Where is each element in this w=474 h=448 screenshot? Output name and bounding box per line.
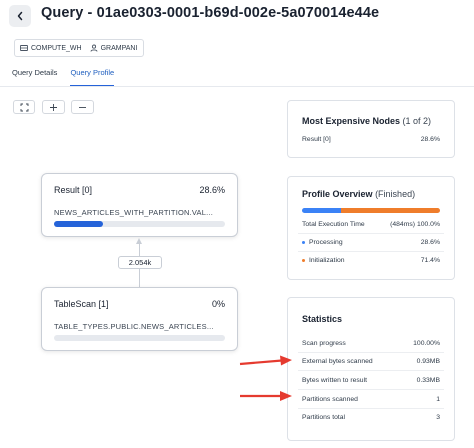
row-divider	[298, 352, 444, 353]
statistics-panel: Statistics Scan progress 100.00% External…	[287, 297, 455, 441]
row-divider	[298, 370, 444, 371]
stat-row: Scan progress 100.00%	[302, 340, 440, 347]
panel-title: Profile Overview (Finished)	[302, 189, 416, 199]
edge-line-top	[139, 243, 140, 256]
expensive-node-row[interactable]: Result [0] 28.6%	[302, 136, 440, 143]
row-divider	[298, 389, 444, 390]
node-percent: 0%	[211, 299, 225, 309]
zoom-out-icon	[79, 106, 86, 108]
query-meta-badge: COMPUTE_WH GRAMPANI	[14, 39, 145, 57]
total-execution-row: Total Execution Time (484ms) 100.0%	[302, 221, 440, 228]
chevron-left-icon	[17, 11, 23, 21]
zoom-in-button[interactable]	[42, 100, 65, 114]
tab-query-details[interactable]: Query Details	[12, 68, 57, 87]
tabs-divider	[0, 86, 474, 87]
fit-to-screen-button[interactable]	[13, 100, 35, 114]
tab-bar: Query Details Query Profile	[12, 68, 127, 87]
result-node[interactable]: Result [0] 28.6% NEWS_ARTICLES_WITH_PART…	[41, 173, 238, 237]
stat-row: Partitions scanned 1	[302, 396, 440, 403]
row-divider	[298, 233, 444, 234]
stat-row: Partitions total 3	[302, 414, 440, 421]
processing-row: Processing 28.6%	[302, 239, 440, 246]
edge-row-count[interactable]: 2.054k	[118, 256, 162, 269]
arrow-right-icon	[239, 355, 292, 366]
warehouse-icon	[20, 45, 28, 51]
node-detail: TABLE_TYPES.PUBLIC.NEWS_ARTICLES...	[54, 322, 214, 331]
most-expensive-nodes-panel: Most Expensive Nodes (1 of 2) Result [0]…	[287, 100, 455, 158]
page-title: Query - 01ae0303-0001-b69d-002e-5a070014…	[41, 5, 380, 21]
user-name: GRAMPANI	[100, 44, 138, 52]
edge-line-bottom	[139, 269, 140, 287]
panel-title: Statistics	[302, 314, 343, 324]
processing-segment	[302, 208, 342, 213]
fit-to-screen-icon	[20, 103, 28, 111]
arrow-right-icon	[240, 391, 292, 401]
node-progress-track	[54, 221, 225, 227]
zoom-out-button[interactable]	[71, 100, 94, 114]
annotation-arrows	[239, 355, 292, 401]
processing-dot-icon	[302, 241, 305, 244]
execution-breakdown-bar	[302, 208, 440, 213]
panel-title: Most Expensive Nodes (1 of 2)	[302, 116, 432, 126]
warehouse-name: COMPUTE_WH	[31, 44, 82, 52]
initialization-dot-icon	[302, 259, 305, 262]
initialization-segment	[341, 208, 440, 213]
zoom-in-icon	[50, 103, 57, 111]
node-progress-fill	[54, 221, 103, 227]
node-percent: 28.6%	[199, 185, 225, 195]
tablescan-node[interactable]: TableScan [1] 0% TABLE_TYPES.PUBLIC.NEWS…	[41, 287, 238, 351]
row-divider	[298, 408, 444, 409]
node-title: TableScan [1]	[54, 299, 109, 309]
tab-query-profile[interactable]: Query Profile	[70, 68, 115, 87]
node-detail: NEWS_ARTICLES_WITH_PARTITION.VAL...	[54, 208, 213, 217]
back-button[interactable]	[9, 5, 31, 27]
profile-overview-panel: Profile Overview (Finished) Total Execut…	[287, 176, 455, 280]
initialization-row: Initialization 71.4%	[302, 257, 440, 264]
user-icon	[90, 44, 98, 52]
node-progress-track	[54, 335, 225, 341]
stat-row: Bytes written to result 0.33MB	[302, 377, 440, 384]
stat-row: External bytes scanned 0.93MB	[302, 358, 440, 365]
row-divider	[298, 251, 444, 252]
node-title: Result [0]	[54, 185, 93, 195]
